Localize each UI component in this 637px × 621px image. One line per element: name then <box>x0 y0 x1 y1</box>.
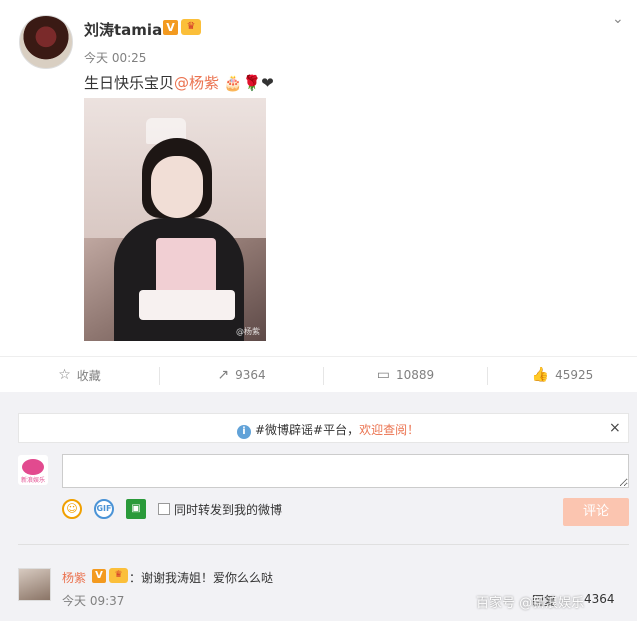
repost-button[interactable]: ↗ 9364 <box>160 357 323 393</box>
comment-time: 今天 09:37 <box>62 594 125 608</box>
source-watermark: 百家号 @新浪娱乐 <box>476 596 585 611</box>
photo-watermark: @杨紫 <box>236 327 260 336</box>
repost-checkbox[interactable] <box>158 503 170 515</box>
weibo-post: 刘涛tamia V ♛ ⌄ 今天 00:25 生日快乐宝贝@杨紫 🎂🌹❤ @杨紫 <box>0 0 637 356</box>
photo-face <box>151 156 203 218</box>
repost-count: 9364 <box>235 368 266 382</box>
action-bar: ☆ 收藏 ↗ 9364 ▭ 10889 👍 45925 <box>0 356 637 392</box>
favorite-button[interactable]: ☆ 收藏 <box>0 357 159 393</box>
comment-button[interactable]: ▭ 10889 <box>324 357 487 393</box>
commenter-avatar[interactable] <box>18 568 51 601</box>
verified-badge-icon: V <box>92 569 106 583</box>
comment-panel: i #微博辟谣#平台，欢迎查阅！ × 新浪娱乐 ☺ GIF ▣ 同时转发到我的微博… <box>0 392 637 621</box>
emoji-icon[interactable]: ☺ <box>62 499 82 519</box>
repost-icon: ↗ <box>217 367 230 383</box>
compose-toolbar: ☺ GIF ▣ 同时转发到我的微博 <box>62 498 282 520</box>
notice-link[interactable]: 欢迎查阅！ <box>359 423 419 437</box>
post-photo[interactable]: @杨紫 <box>84 98 266 341</box>
photo-plate <box>139 290 235 320</box>
info-icon: i <box>237 425 251 439</box>
like-button[interactable]: 👍 45925 <box>488 357 637 393</box>
close-icon[interactable]: × <box>609 420 621 436</box>
post-time[interactable]: 今天 00:25 <box>84 49 146 66</box>
thumbs-up-icon: 👍 <box>531 367 550 383</box>
comment-divider <box>18 544 629 545</box>
comment-input[interactable] <box>62 454 629 488</box>
star-icon: ☆ <box>58 367 71 383</box>
sina-eye-logo <box>22 459 44 475</box>
notice-text: i #微博辟谣#平台，欢迎查阅！ <box>237 421 419 439</box>
comment-like-count[interactable]: 4364 <box>584 592 615 606</box>
comment-count: 10889 <box>396 368 435 382</box>
verified-badge-icon: V <box>163 20 178 35</box>
commenter-username[interactable]: 杨紫 <box>62 569 86 586</box>
member-crown-icon: ♛ <box>181 19 201 35</box>
post-text: 生日快乐宝贝@杨紫 🎂🌹❤ <box>84 72 274 93</box>
mention-link[interactable]: @杨紫 <box>174 74 219 92</box>
my-avatar[interactable]: 新浪娱乐 <box>18 455 48 485</box>
like-count: 45925 <box>555 368 594 382</box>
post-text-body: 生日快乐宝贝 <box>84 74 175 92</box>
submit-comment-button[interactable]: 评论 <box>563 498 629 526</box>
avatar-label: 新浪娱乐 <box>20 477 45 484</box>
comment-icon: ▭ <box>376 367 391 383</box>
repost-checkbox-label[interactable]: 同时转发到我的微博 <box>174 501 282 518</box>
rumor-notice-banner: i #微博辟谣#平台，欢迎查阅！ × <box>18 413 629 443</box>
favorite-label: 收藏 <box>76 368 101 383</box>
notice-label: #微博辟谣#平台， <box>255 423 360 437</box>
emoji-group: 🎂🌹❤ <box>223 74 274 92</box>
member-crown-icon: ♛ <box>109 568 128 583</box>
image-icon[interactable]: ▣ <box>126 499 146 519</box>
poster-avatar[interactable] <box>19 15 73 69</box>
comment-text: ：谢谢我涛姐！爱你么么哒 <box>129 571 274 585</box>
chevron-down-icon[interactable]: ⌄ <box>612 12 626 26</box>
gif-icon[interactable]: GIF <box>94 499 114 519</box>
poster-username[interactable]: 刘涛tamia <box>84 19 162 40</box>
